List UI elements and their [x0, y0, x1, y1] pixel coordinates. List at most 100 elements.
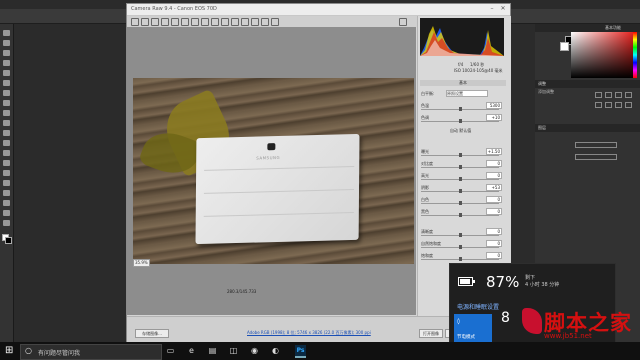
slider-thumb[interactable]	[459, 153, 462, 157]
open-image-button[interactable]: 打开图像	[419, 329, 443, 338]
lasso-tool-icon[interactable]	[3, 50, 10, 56]
marquee-tool-icon[interactable]	[3, 40, 10, 46]
graduated-filter-icon[interactable]	[231, 18, 239, 26]
crop-icon[interactable]	[181, 18, 189, 26]
zoom-icon[interactable]	[131, 18, 139, 26]
curves-icon[interactable]	[615, 92, 622, 98]
hand-icon[interactable]	[141, 18, 149, 26]
slider-thumb[interactable]	[459, 189, 462, 193]
slider-row[interactable]: 阴影 +53	[420, 184, 508, 193]
red-eye-icon[interactable]	[211, 18, 219, 26]
color-sampler-icon[interactable]	[161, 18, 169, 26]
store-icon[interactable]: ◫	[228, 345, 239, 356]
color-bg-swatch[interactable]	[560, 42, 569, 51]
fullscreen-icon[interactable]	[399, 18, 407, 26]
brightness-icon[interactable]	[595, 92, 602, 98]
background-color-swatch[interactable]	[5, 237, 12, 244]
battery-saver-tile[interactable]: ◊ 节电模式	[454, 314, 492, 342]
pen-tool-icon[interactable]	[3, 170, 10, 176]
zoom-tool-icon[interactable]	[3, 220, 10, 226]
auto-default-links[interactable]: 自动 默认值	[450, 128, 471, 134]
white-balance-icon[interactable]	[151, 18, 159, 26]
path-select-tool-icon[interactable]	[3, 190, 10, 196]
slider-row[interactable]: 高光 0	[420, 172, 508, 181]
shape-tool-icon[interactable]	[3, 200, 10, 206]
slider-thumb[interactable]	[459, 107, 462, 111]
dodge-tool-icon[interactable]	[3, 160, 10, 166]
adjustment-brush-icon[interactable]	[221, 18, 229, 26]
slider-row[interactable]: 清晰度 0	[420, 228, 508, 237]
slider-row[interactable]: 饱和度 0	[420, 252, 508, 261]
straighten-icon[interactable]	[191, 18, 199, 26]
edge-icon[interactable]: e	[186, 345, 197, 356]
blend-mode-select[interactable]	[575, 154, 617, 160]
browser-icon[interactable]: ◐	[270, 345, 281, 356]
slider-value-field[interactable]: 0	[486, 172, 502, 179]
slider-value-field[interactable]: 0	[486, 208, 502, 215]
preferences-icon[interactable]	[251, 18, 259, 26]
workflow-options-link[interactable]: Adobe RGB (1998); 8 位; 5746 x 3826 (22.0…	[247, 330, 371, 336]
exposure-icon[interactable]	[625, 92, 632, 98]
vibrance-icon[interactable]	[595, 102, 602, 108]
minimize-icon[interactable]: –	[487, 5, 497, 13]
slider-thumb[interactable]	[459, 165, 462, 169]
slider-row[interactable]: 曝光 +1.50	[420, 148, 508, 157]
close-icon[interactable]: ✕	[498, 5, 508, 13]
slider-row[interactable]: 色温 5300	[420, 102, 508, 111]
zoom-level-select[interactable]: 35.9%	[133, 259, 150, 267]
slider-thumb[interactable]	[459, 213, 462, 217]
slider-thumb[interactable]	[459, 233, 462, 237]
explorer-icon[interactable]: ▤	[207, 345, 218, 356]
slider-value-field[interactable]: 0	[486, 196, 502, 203]
slider-value-field[interactable]: 5300	[486, 102, 502, 109]
levels-icon[interactable]	[605, 92, 612, 98]
cortana-search-box[interactable]: ○ 有问题尽管问我	[20, 344, 162, 360]
save-image-button[interactable]: 存储图像...	[135, 329, 169, 338]
radial-filter-icon[interactable]	[241, 18, 249, 26]
color-picker-field[interactable]	[571, 32, 633, 78]
slider-thumb[interactable]	[459, 201, 462, 205]
photoshop-taskbar-icon[interactable]: Ps	[295, 345, 306, 358]
spot-removal-icon[interactable]	[201, 18, 209, 26]
slider-value-field[interactable]: 0	[486, 240, 502, 247]
slider-thumb[interactable]	[459, 119, 462, 123]
move-tool-icon[interactable]	[3, 30, 10, 36]
panel-section-title[interactable]: 基本	[420, 80, 506, 86]
slider-row[interactable]: 白色 0	[420, 196, 508, 205]
crop-tool-icon[interactable]	[3, 70, 10, 76]
quick-select-tool-icon[interactable]	[3, 60, 10, 66]
hue-sat-icon[interactable]	[605, 102, 612, 108]
slider-row[interactable]: 对比度 0	[420, 160, 508, 169]
type-tool-icon[interactable]	[3, 180, 10, 186]
eyedropper-tool-icon[interactable]	[3, 80, 10, 86]
color-balance-icon[interactable]	[615, 102, 622, 108]
hue-slider[interactable]	[633, 32, 637, 78]
slider-value-field[interactable]: 0	[486, 252, 502, 259]
workspace-tab[interactable]: 基本功能	[535, 24, 640, 32]
image-preview[interactable]: SAMSUNG 35.9% 280.3/145.733	[127, 27, 416, 315]
slider-thumb[interactable]	[459, 245, 462, 249]
adjustments-tab[interactable]: 调整	[535, 80, 640, 88]
slider-thumb[interactable]	[459, 177, 462, 181]
task-view-icon[interactable]: ▭	[165, 345, 176, 356]
slider-value-field[interactable]: +1.50	[486, 148, 502, 155]
rotate-left-icon[interactable]	[261, 18, 269, 26]
stamp-tool-icon[interactable]	[3, 110, 10, 116]
layers-tab[interactable]: 图层	[535, 124, 640, 132]
power-settings-link[interactable]: 电源和睡眠设置	[457, 302, 499, 311]
eraser-tool-icon[interactable]	[3, 130, 10, 136]
healing-tool-icon[interactable]	[3, 90, 10, 96]
blur-tool-icon[interactable]	[3, 150, 10, 156]
media-icon[interactable]: ◉	[249, 345, 260, 356]
rotate-right-icon[interactable]	[271, 18, 279, 26]
slider-thumb[interactable]	[459, 257, 462, 261]
brush-tool-icon[interactable]	[3, 100, 10, 106]
slider-value-field[interactable]: 0	[486, 160, 502, 167]
slider-row[interactable]: 自然饱和度 0	[420, 240, 508, 249]
hand-tool-icon[interactable]	[3, 210, 10, 216]
wb-select[interactable]: 原照设置	[446, 90, 488, 97]
slider-row[interactable]: 色调 +10	[420, 114, 508, 123]
windows-start-icon[interactable]: ⊞	[5, 346, 15, 356]
layer-filter-field[interactable]	[575, 142, 617, 148]
gradient-tool-icon[interactable]	[3, 140, 10, 146]
